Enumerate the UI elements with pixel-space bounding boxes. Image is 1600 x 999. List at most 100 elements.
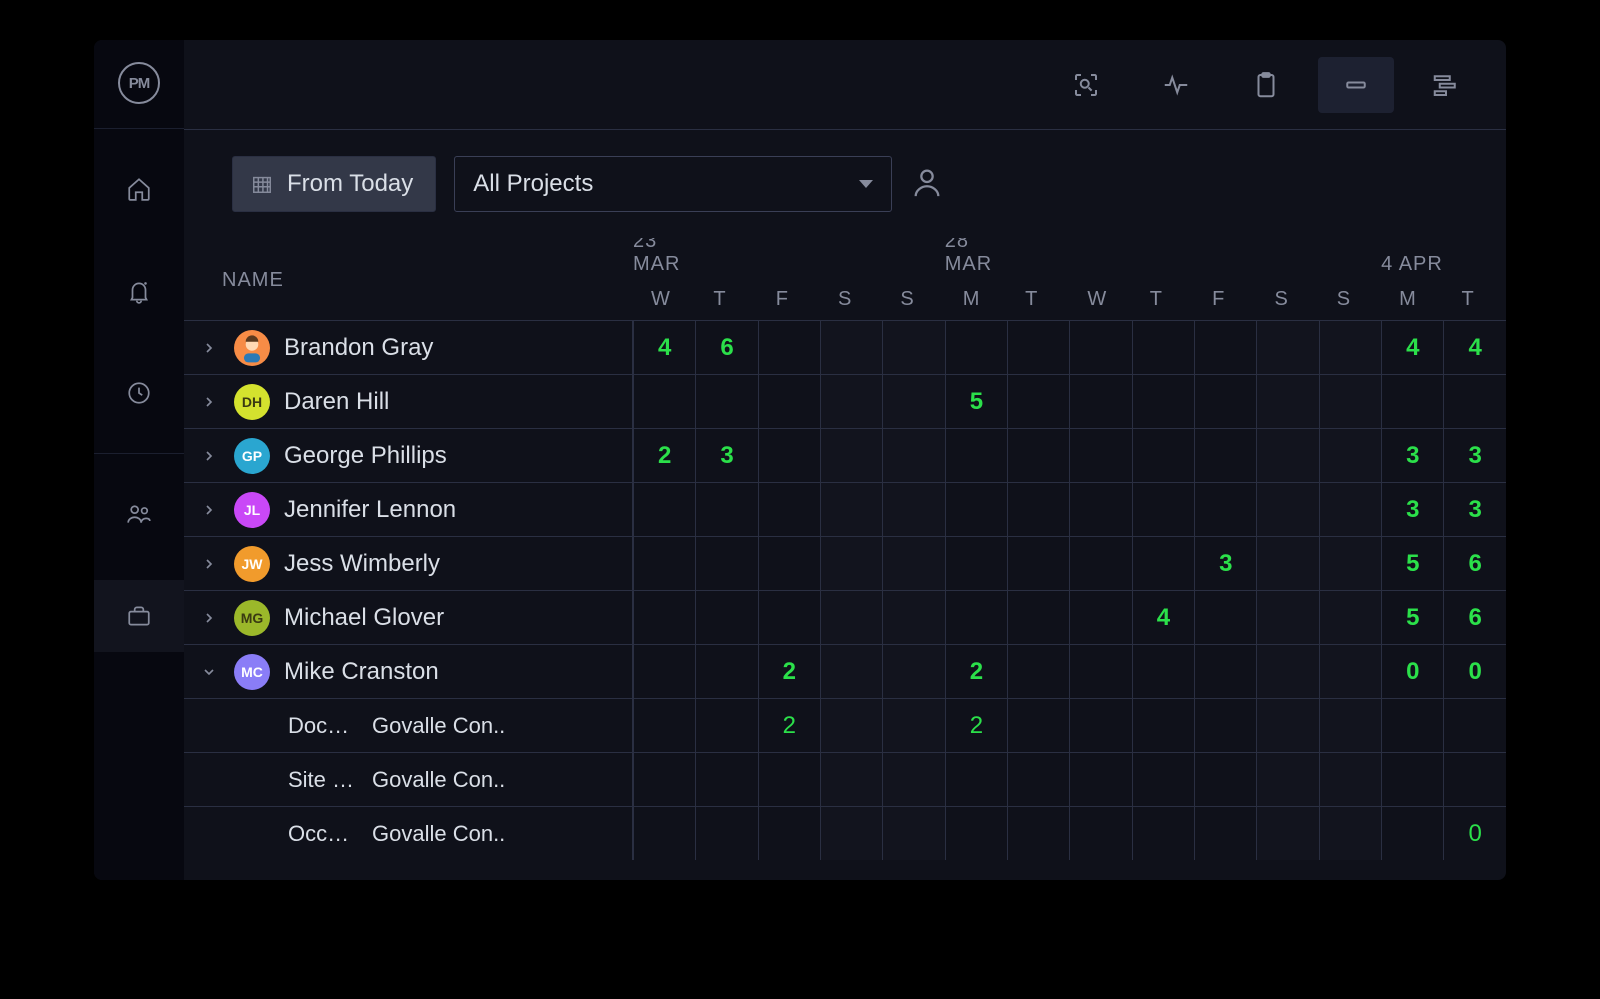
workload-cell[interactable]: 6 — [1443, 537, 1505, 590]
workload-cell[interactable] — [1007, 321, 1069, 374]
workload-cell[interactable] — [1069, 483, 1131, 536]
workload-cell[interactable] — [820, 429, 882, 482]
workload-cell[interactable] — [695, 645, 757, 698]
workload-cell[interactable] — [820, 753, 882, 806]
workload-cell[interactable] — [1069, 591, 1131, 644]
workload-cell[interactable] — [820, 483, 882, 536]
workload-cell[interactable] — [1007, 753, 1069, 806]
workload-cell[interactable] — [945, 483, 1007, 536]
workload-cell[interactable] — [1194, 321, 1256, 374]
workload-cell[interactable] — [1319, 321, 1381, 374]
workload-cell[interactable] — [695, 591, 757, 644]
workload-cell[interactable] — [820, 375, 882, 428]
nav-home[interactable] — [94, 153, 184, 225]
nav-portfolio[interactable] — [94, 580, 184, 652]
workload-cell[interactable] — [633, 375, 695, 428]
workload-cell[interactable]: 0 — [1443, 807, 1505, 860]
view-workload[interactable] — [1318, 57, 1394, 113]
workload-cell[interactable] — [1381, 807, 1443, 860]
workload-cell[interactable] — [882, 483, 944, 536]
workload-cell[interactable]: 4 — [1381, 321, 1443, 374]
workload-cell[interactable] — [1132, 645, 1194, 698]
workload-cell[interactable] — [695, 483, 757, 536]
workload-cell[interactable] — [1194, 753, 1256, 806]
workload-cell[interactable] — [1007, 807, 1069, 860]
workload-cell[interactable] — [1319, 375, 1381, 428]
workload-cell[interactable] — [820, 807, 882, 860]
project-select[interactable]: All Projects — [454, 156, 892, 212]
person-name[interactable]: Brandon Gray — [284, 334, 433, 362]
workload-cell[interactable] — [1256, 807, 1318, 860]
workload-cell[interactable]: 0 — [1443, 645, 1505, 698]
person-name[interactable]: Michael Glover — [284, 604, 444, 632]
workload-cell[interactable] — [633, 807, 695, 860]
workload-cell[interactable] — [758, 483, 820, 536]
workload-cell[interactable] — [1319, 483, 1381, 536]
workload-cell[interactable]: 5 — [1381, 591, 1443, 644]
workload-cell[interactable] — [882, 753, 944, 806]
workload-cell[interactable] — [1194, 429, 1256, 482]
workload-cell[interactable]: 6 — [695, 321, 757, 374]
workload-cell[interactable]: 3 — [1381, 429, 1443, 482]
workload-cell[interactable] — [1007, 375, 1069, 428]
workload-cell[interactable]: 3 — [1443, 429, 1505, 482]
workload-cell[interactable]: 2 — [758, 699, 820, 752]
workload-cell[interactable] — [758, 753, 820, 806]
expand-toggle[interactable] — [198, 502, 220, 518]
workload-cell[interactable] — [882, 699, 944, 752]
workload-cell[interactable] — [758, 807, 820, 860]
workload-cell[interactable] — [633, 645, 695, 698]
workload-cell[interactable] — [1381, 699, 1443, 752]
workload-cell[interactable] — [1194, 375, 1256, 428]
workload-cell[interactable] — [1007, 537, 1069, 590]
workload-cell[interactable] — [1194, 591, 1256, 644]
workload-cell[interactable] — [1132, 807, 1194, 860]
workload-cell[interactable] — [758, 429, 820, 482]
workload-cell[interactable] — [1194, 483, 1256, 536]
workload-cell[interactable] — [1443, 375, 1505, 428]
person-name[interactable]: Jess Wimberly — [284, 550, 440, 578]
workload-cell[interactable] — [1319, 807, 1381, 860]
workload-cell[interactable]: 5 — [945, 375, 1007, 428]
workload-cell[interactable] — [758, 321, 820, 374]
workload-cell[interactable] — [1132, 753, 1194, 806]
workload-cell[interactable]: 2 — [633, 429, 695, 482]
workload-cell[interactable] — [1132, 375, 1194, 428]
task-project[interactable]: Govalle Con.. — [372, 821, 505, 847]
workload-cell[interactable]: 4 — [1443, 321, 1505, 374]
workload-cell[interactable] — [695, 699, 757, 752]
view-board[interactable] — [1228, 57, 1304, 113]
workload-cell[interactable] — [1443, 753, 1505, 806]
workload-cell[interactable] — [1194, 807, 1256, 860]
workload-cell[interactable] — [820, 321, 882, 374]
workload-cell[interactable] — [1381, 753, 1443, 806]
workload-cell[interactable] — [1069, 807, 1131, 860]
expand-toggle[interactable] — [198, 340, 220, 356]
workload-cell[interactable] — [820, 699, 882, 752]
workload-cell[interactable] — [633, 537, 695, 590]
from-today-button[interactable]: From Today — [232, 156, 436, 212]
workload-cell[interactable] — [1256, 699, 1318, 752]
workload-cell[interactable] — [1256, 591, 1318, 644]
workload-cell[interactable] — [758, 375, 820, 428]
task-name[interactable]: Site work — [198, 767, 358, 793]
workload-cell[interactable] — [882, 429, 944, 482]
workload-cell[interactable]: 5 — [1381, 537, 1443, 590]
workload-cell[interactable] — [1069, 645, 1131, 698]
workload-cell[interactable] — [1007, 591, 1069, 644]
workload-cell[interactable]: 4 — [633, 321, 695, 374]
workload-cell[interactable]: 6 — [1443, 591, 1505, 644]
workload-cell[interactable] — [1256, 483, 1318, 536]
workload-cell[interactable] — [695, 807, 757, 860]
workload-cell[interactable] — [945, 807, 1007, 860]
nav-people[interactable] — [94, 478, 184, 550]
task-project[interactable]: Govalle Con.. — [372, 713, 505, 739]
workload-cell[interactable]: 3 — [1194, 537, 1256, 590]
workload-cell[interactable] — [633, 591, 695, 644]
workload-cell[interactable] — [1256, 645, 1318, 698]
workload-cell[interactable] — [1256, 321, 1318, 374]
view-overview[interactable] — [1048, 57, 1124, 113]
workload-cell[interactable]: 3 — [1443, 483, 1505, 536]
person-name[interactable]: Jennifer Lennon — [284, 496, 456, 524]
workload-cell[interactable] — [695, 375, 757, 428]
